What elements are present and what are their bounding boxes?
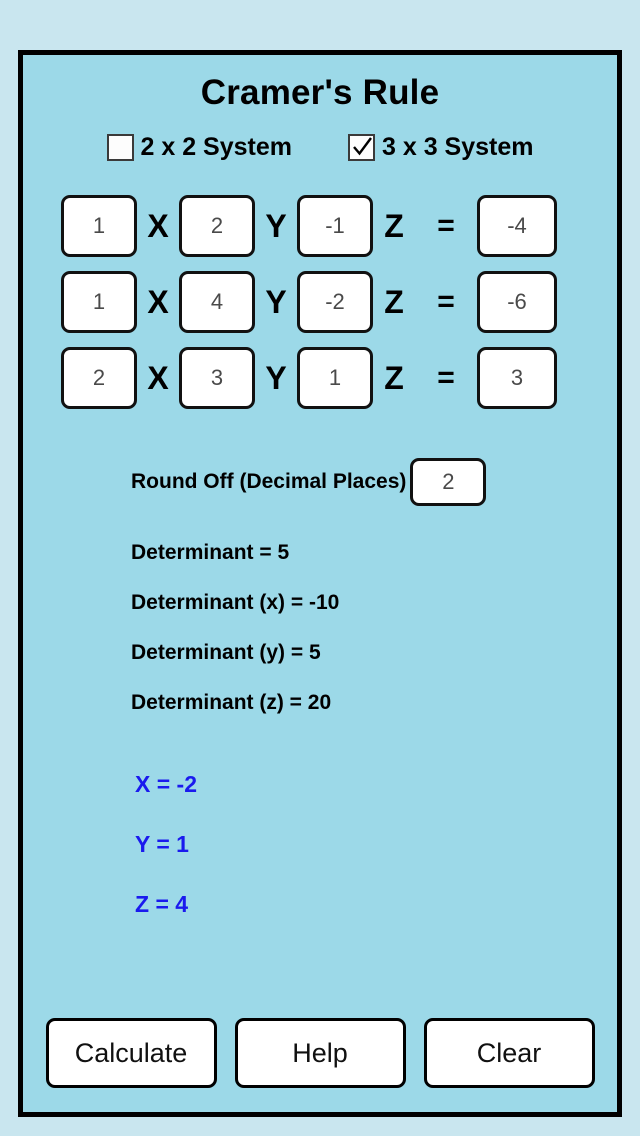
equation-1-equals-sign: = [437, 209, 455, 242]
check-mark-icon [353, 137, 372, 156]
solution-z: Z = 4 [135, 891, 189, 917]
equation-3-y-label: Y [265, 359, 287, 396]
equation-2-rhs-input[interactable]: -6 [477, 271, 557, 333]
system-mode-3x3[interactable]: 3 x 3 System [348, 133, 534, 162]
system-mode-3x3-label: 3 x 3 System [382, 133, 534, 161]
equation-1-x-label: X [147, 207, 169, 244]
round-off-label: Round Off (Decimal Places) [131, 470, 407, 493]
equation-3-y-input[interactable]: 3 [179, 347, 255, 409]
determinant-x: Determinant (x) = -10 [131, 591, 340, 614]
equation-3-rhs-input[interactable]: 3 [477, 347, 557, 409]
equation-1-rhs-input[interactable]: -4 [477, 195, 557, 257]
equation-2-y-input[interactable]: 4 [179, 271, 255, 333]
equation-2-equals-sign: = [437, 285, 455, 318]
solution-x: X = -2 [135, 771, 198, 797]
help-button[interactable]: Help [234, 1018, 406, 1088]
equation-inputs: 1 X 2 Y -1 Z = -4 1 X 4 Y -2 Z = -6 2 X … [23, 188, 617, 416]
equation-2-z-label: Z [384, 283, 404, 320]
app-panel: Cramer's Rule 2 x 2 System 3 x 3 System … [18, 50, 622, 1117]
determinant-y: Determinant (y) = 5 [131, 641, 321, 664]
equation-1-y-input[interactable]: 2 [179, 195, 255, 257]
clear-button[interactable]: Clear [423, 1018, 595, 1088]
determinant-results: Determinant = 5 Determinant (x) = -10 De… [23, 528, 617, 728]
equation-3-x-label: X [147, 359, 169, 396]
solution-results: X = -2 Y = 1 Z = 4 [23, 754, 617, 934]
checkbox-empty-icon[interactable] [106, 134, 134, 161]
action-buttons: Calculate Help Clear [23, 1018, 617, 1088]
equation-1-z-input[interactable]: -1 [297, 195, 373, 257]
equation-1-z-label: Z [384, 207, 404, 244]
equation-3-equals-sign: = [437, 361, 455, 394]
equation-row: 2 X 3 Y 1 Z = 3 [23, 340, 617, 416]
equation-2-x-input[interactable]: 1 [61, 271, 137, 333]
solution-y: Y = 1 [135, 831, 189, 857]
equation-2-z-input[interactable]: -2 [297, 271, 373, 333]
round-off-row: Round Off (Decimal Places) 2 [23, 458, 617, 506]
equation-3-z-input[interactable]: 1 [297, 347, 373, 409]
system-mode-2x2-label: 2 x 2 System [140, 133, 293, 161]
determinant-z: Determinant (z) = 20 [131, 691, 332, 714]
equation-2-y-label: Y [265, 283, 287, 320]
determinant-main: Determinant = 5 [131, 541, 290, 564]
round-off-input[interactable]: 2 [410, 458, 487, 506]
equation-3-z-label: Z [384, 359, 404, 396]
calculate-button[interactable]: Calculate [45, 1018, 217, 1088]
equation-3-x-input[interactable]: 2 [61, 347, 137, 409]
equation-1-x-input[interactable]: 1 [61, 195, 137, 257]
equation-2-x-label: X [147, 283, 169, 320]
system-mode-2x2[interactable]: 2 x 2 System [106, 133, 293, 162]
system-mode-selector: 2 x 2 System 3 x 3 System [23, 133, 617, 162]
equation-row: 1 X 4 Y -2 Z = -6 [23, 264, 617, 340]
page-title: Cramer's Rule [200, 73, 440, 112]
equation-1-y-label: Y [265, 207, 287, 244]
checkbox-checked-icon[interactable] [348, 134, 375, 161]
equation-row: 1 X 2 Y -1 Z = -4 [23, 188, 617, 264]
